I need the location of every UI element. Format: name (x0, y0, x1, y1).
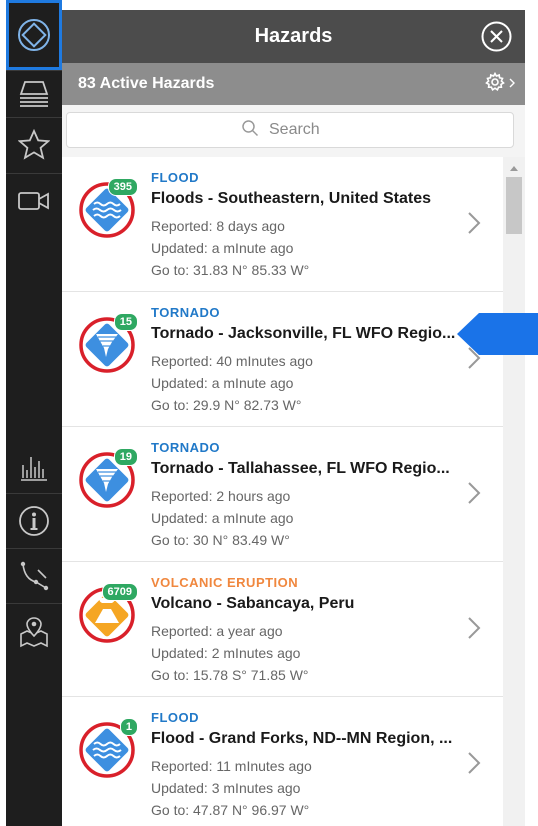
pointer-arrow-icon (457, 313, 538, 355)
item-goto[interactable]: Go to: 29.9 N° 82.73 W° (151, 397, 302, 413)
bar-chart-icon (19, 451, 49, 481)
list-scrollbar[interactable] (503, 157, 525, 826)
chevron-right-icon (467, 616, 481, 645)
item-badge: 15 (113, 313, 138, 331)
item-badge: 19 (113, 448, 138, 466)
volcano-icon: 6709 (79, 583, 138, 643)
item-goto[interactable]: Go to: 30 N° 83.49 W° (151, 532, 290, 548)
item-goto[interactable]: Go to: 31.83 N° 85.33 W° (151, 262, 309, 278)
item-category: FLOOD (151, 170, 199, 185)
rail-hazards-button[interactable] (6, 0, 62, 70)
item-reported: Reported: 40 mInutes ago (151, 353, 313, 369)
item-badge: 1 (119, 718, 138, 736)
item-reported: Reported: 2 hours ago (151, 488, 291, 504)
item-badge: 6709 (101, 583, 138, 601)
video-camera-icon (18, 190, 50, 212)
layers-icon (18, 77, 50, 109)
rail-favorites-button[interactable] (6, 117, 62, 172)
map-pin-icon (18, 616, 50, 648)
rail-layers-button[interactable] (6, 70, 62, 116)
item-updated: Updated: a mInute ago (151, 510, 294, 526)
hazard-list: 395 FLOOD Floods - Southeastern, United … (62, 157, 503, 826)
item-title: Floods - Southeastern, United States (151, 190, 432, 207)
close-button[interactable] (481, 21, 512, 52)
chevron-right-icon (467, 211, 481, 240)
search-area (62, 105, 525, 157)
item-updated: Updated: a mInute ago (151, 375, 294, 391)
item-reported: Reported: 8 days ago (151, 218, 285, 234)
left-rail (6, 0, 62, 826)
flood-icon: 395 (79, 178, 138, 238)
item-category: TORNADO (151, 440, 220, 455)
panel-header: Hazards (62, 10, 525, 63)
search-icon (241, 119, 259, 142)
close-icon (481, 21, 512, 56)
hazard-item[interactable]: 395 FLOOD Floods - Southeastern, United … (62, 157, 503, 292)
scroll-up-arrow-icon[interactable] (503, 161, 525, 173)
panel-title: Hazards (254, 25, 333, 47)
item-reported: Reported: 11 mInutes ago (151, 758, 312, 774)
rail-charts-button[interactable] (6, 438, 62, 493)
item-category: VOLCANIC ERUPTION (151, 575, 299, 590)
hazards-diamond-icon (16, 17, 52, 53)
active-hazards-bar: 83 Active Hazards (62, 63, 525, 105)
item-goto[interactable]: Go to: 47.87 N° 96.97 W° (151, 802, 309, 818)
gear-icon (485, 71, 505, 97)
item-updated: Updated: 2 mInutes ago (151, 645, 301, 661)
search-input[interactable] (269, 121, 339, 139)
hazard-item[interactable]: 15 TORNADO Tornado - Jacksonville, FL WF… (62, 292, 503, 427)
chevron-right-icon (467, 751, 481, 780)
item-title: Volcano - Sabancaya, Peru (151, 595, 355, 612)
chevron-right-icon (509, 75, 515, 93)
item-badge: 395 (107, 178, 138, 196)
item-reported: Reported: a year ago (151, 623, 283, 639)
rail-map-button[interactable] (6, 603, 62, 661)
tornado-icon: 19 (79, 448, 138, 508)
item-title: Tornado - Tallahassee, FL WFO Regio... (151, 460, 450, 477)
item-category: TORNADO (151, 305, 220, 320)
info-icon (18, 505, 50, 537)
search-box[interactable] (66, 112, 514, 148)
hazard-item[interactable]: 1 FLOOD Flood - Grand Forks, ND--MN Regi… (62, 697, 503, 826)
star-icon (18, 128, 50, 161)
scroll-thumb[interactable] (506, 177, 522, 234)
rail-video-button[interactable] (6, 173, 62, 228)
rail-measure-button[interactable] (6, 548, 62, 603)
settings-button[interactable] (485, 71, 515, 97)
active-hazards-count: 83 Active Hazards (78, 75, 215, 92)
flood-icon: 1 (79, 718, 138, 778)
rail-info-button[interactable] (6, 493, 62, 548)
item-title: Tornado - Jacksonville, FL WFO Regio... (151, 325, 456, 342)
hazard-item[interactable]: 6709 VOLCANIC ERUPTION Volcano - Sabanca… (62, 562, 503, 697)
measure-path-icon (18, 560, 50, 592)
item-updated: Updated: a mInute ago (151, 240, 294, 256)
item-goto[interactable]: Go to: 15.78 S° 71.85 W° (151, 667, 309, 683)
item-updated: Updated: 3 mInutes ago (151, 780, 301, 796)
hazards-app: Hazards 83 Active Hazards Search 395 FLO… (0, 0, 538, 826)
item-category: FLOOD (151, 710, 199, 725)
tornado-icon: 15 (79, 313, 138, 373)
hazard-item[interactable]: 19 TORNADO Tornado - Tallahassee, FL WFO… (62, 427, 503, 562)
item-title: Flood - Grand Forks, ND--MN Region, ... (151, 730, 453, 747)
chevron-right-icon (467, 481, 481, 510)
